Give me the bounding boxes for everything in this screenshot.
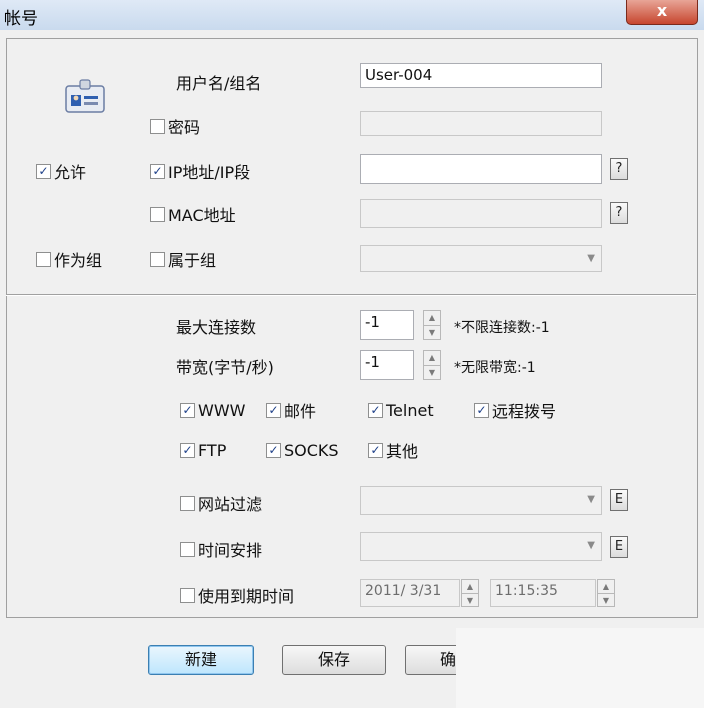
schedule-checkbox-box	[180, 541, 195, 557]
spin-up-icon[interactable]: ▲	[598, 580, 614, 593]
watermark-overlay	[456, 628, 704, 708]
telnet-check-icon: ✓	[368, 402, 383, 418]
password-checkbox-box	[150, 118, 165, 134]
spin-down-icon[interactable]: ▼	[462, 593, 478, 607]
id-card-icon	[65, 79, 105, 113]
schedule-label: 时间安排	[198, 541, 263, 560]
dialup-check-icon: ✓	[474, 402, 489, 418]
ftp-check-icon: ✓	[180, 442, 195, 458]
site-filter-select[interactable]: ▼	[360, 486, 602, 515]
spin-up-icon[interactable]: ▲	[424, 351, 440, 365]
mac-checkbox-box	[150, 206, 165, 222]
spin-down-icon[interactable]: ▼	[424, 325, 440, 340]
chevron-down-icon: ▼	[587, 494, 595, 505]
bandwidth-input[interactable]: -1	[360, 350, 414, 380]
new-button[interactable]: 新建	[148, 645, 254, 675]
expiry-checkbox[interactable]: 使用到期时间	[180, 585, 295, 606]
spin-up-icon[interactable]: ▲	[462, 580, 478, 593]
mac-input[interactable]	[360, 199, 602, 228]
service-label: WWW	[198, 400, 246, 420]
help-icon: ?	[615, 161, 623, 176]
mail-check-icon: ✓	[266, 402, 281, 418]
expiry-date-input[interactable]: 2011/ 3/31	[360, 579, 460, 607]
service-dialup-checkbox[interactable]: ✓ 远程拨号	[474, 400, 557, 421]
edit-icon: E	[614, 539, 624, 554]
password-label: 密码	[168, 118, 201, 137]
site-filter-checkbox[interactable]: 网站过滤	[180, 493, 263, 514]
ip-help-button[interactable]: ?	[610, 158, 628, 180]
password-input[interactable]	[360, 111, 602, 136]
service-label: 邮件	[284, 402, 317, 421]
socks-check-icon: ✓	[266, 442, 281, 458]
www-check-icon: ✓	[180, 402, 195, 418]
max-connections-hint: *不限连接数:-1	[454, 320, 550, 336]
service-telnet-checkbox[interactable]: ✓ Telnet	[368, 400, 434, 420]
max-connections-spinner[interactable]: ▲ ▼	[423, 310, 441, 340]
title-bar: 帐号 x	[0, 0, 704, 30]
mac-checkbox[interactable]: MAC地址	[150, 204, 236, 225]
expiry-time-spinner[interactable]: ▲ ▼	[597, 579, 615, 607]
belongs-group-checkbox-box	[150, 251, 165, 267]
service-label: 其他	[386, 442, 419, 461]
bandwidth-spinner[interactable]: ▲ ▼	[423, 350, 441, 380]
as-group-label: 作为组	[54, 251, 103, 270]
belongs-group-checkbox[interactable]: 属于组	[150, 249, 217, 270]
allow-label: 允许	[54, 163, 87, 182]
schedule-edit-button[interactable]: E	[610, 536, 628, 558]
site-filter-checkbox-box	[180, 495, 195, 511]
edit-icon: E	[614, 492, 624, 507]
schedule-select[interactable]: ▼	[360, 532, 602, 561]
ip-checkbox[interactable]: ✓ IP地址/IP段	[150, 161, 251, 182]
site-filter-label: 网站过滤	[198, 495, 263, 514]
username-label: 用户名/组名	[176, 74, 262, 93]
account-dialog: 帐号 x 用户名/组名 User-004 密码 ✓ 允许 ✓ IP地址/IP段 …	[0, 0, 704, 708]
service-socks-checkbox[interactable]: ✓ SOCKS	[266, 440, 339, 460]
window-title: 帐号	[4, 9, 38, 29]
chevron-down-icon: ▼	[587, 540, 595, 551]
group-select[interactable]: ▼	[360, 245, 602, 272]
service-label: Telnet	[386, 400, 434, 420]
close-icon: x	[656, 1, 668, 20]
expiry-label: 使用到期时间	[198, 587, 295, 606]
service-mail-checkbox[interactable]: ✓ 邮件	[266, 400, 317, 421]
password-checkbox[interactable]: 密码	[150, 116, 201, 137]
mac-label: MAC地址	[168, 206, 236, 225]
save-button[interactable]: 保存	[282, 645, 386, 675]
other-check-icon: ✓	[368, 442, 383, 458]
allow-check-icon: ✓	[36, 163, 51, 179]
max-connections-label: 最大连接数	[176, 318, 257, 337]
bandwidth-label: 带宽(字节/秒)	[176, 358, 274, 377]
mac-help-button[interactable]: ?	[610, 202, 628, 224]
divider	[6, 294, 696, 296]
service-ftp-checkbox[interactable]: ✓ FTP	[180, 440, 226, 460]
spin-up-icon[interactable]: ▲	[424, 311, 440, 325]
belongs-group-label: 属于组	[168, 251, 217, 270]
allow-checkbox[interactable]: ✓ 允许	[36, 161, 87, 182]
expiry-date-spinner[interactable]: ▲ ▼	[461, 579, 479, 607]
expiry-checkbox-box	[180, 587, 195, 603]
close-button[interactable]: x	[626, 0, 698, 25]
site-filter-edit-button[interactable]: E	[610, 489, 628, 511]
max-connections-input[interactable]: -1	[360, 310, 414, 340]
service-label: FTP	[198, 440, 227, 460]
service-label: 远程拨号	[492, 402, 557, 421]
spin-down-icon[interactable]: ▼	[424, 365, 440, 380]
service-www-checkbox[interactable]: ✓ WWW	[180, 400, 245, 420]
bandwidth-hint: *无限带宽:-1	[454, 360, 536, 376]
chevron-down-icon: ▼	[587, 253, 595, 264]
spin-down-icon[interactable]: ▼	[598, 593, 614, 607]
schedule-checkbox[interactable]: 时间安排	[180, 539, 263, 560]
as-group-checkbox-box	[36, 251, 51, 267]
help-icon: ?	[615, 205, 623, 220]
username-input[interactable]: User-004	[360, 63, 602, 88]
ip-input[interactable]	[360, 154, 602, 184]
service-other-checkbox[interactable]: ✓ 其他	[368, 440, 419, 461]
expiry-time-input[interactable]: 11:15:35	[490, 579, 596, 607]
service-label: SOCKS	[284, 440, 339, 460]
ip-check-icon: ✓	[150, 163, 165, 179]
as-group-checkbox[interactable]: 作为组	[36, 249, 103, 270]
ip-label: IP地址/IP段	[168, 163, 251, 182]
